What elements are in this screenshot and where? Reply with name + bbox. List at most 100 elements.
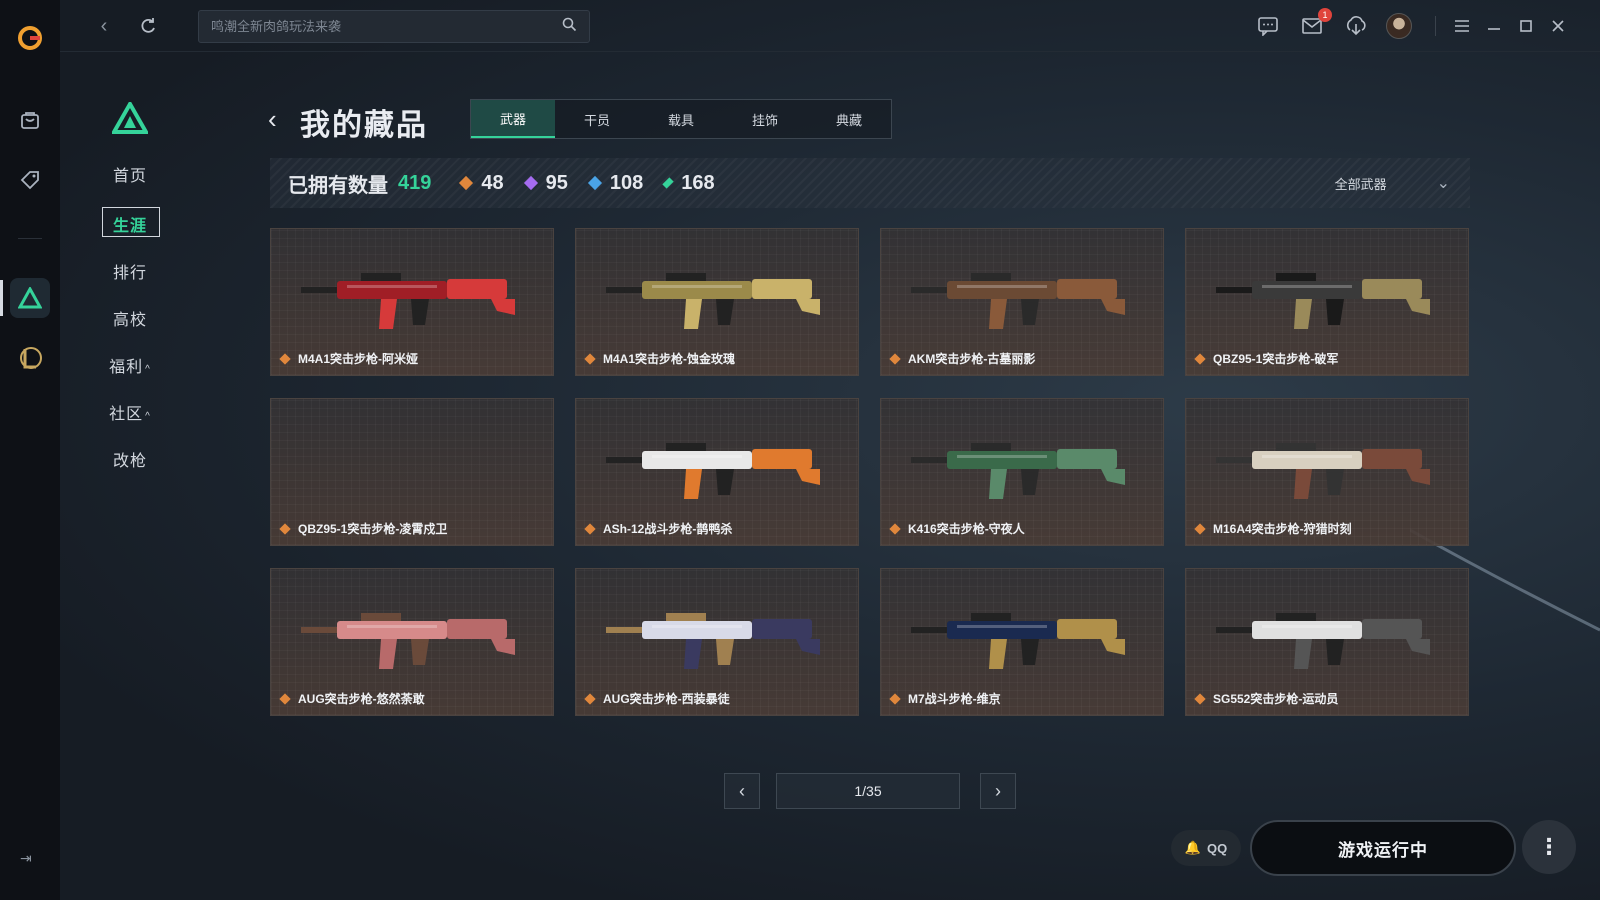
prev-page-button[interactable]: ‹ xyxy=(724,773,760,809)
weapon-card[interactable]: M16A4突击步枪-狩猎时刻 xyxy=(1185,398,1469,546)
more-options-icon[interactable]: ⋮ xyxy=(1522,820,1576,874)
filter-label: 全部武器 xyxy=(1334,176,1387,192)
mail-icon[interactable]: 1 xyxy=(1298,8,1332,40)
weapon-name: QBZ95-1突击步枪-破军 xyxy=(1213,352,1339,366)
download-icon[interactable] xyxy=(1342,12,1370,40)
weapon-name: K416突击步枪-守夜人 xyxy=(908,522,1025,536)
weapon-image xyxy=(1216,273,1430,329)
tier-count: 48 xyxy=(481,171,504,194)
maximize-icon[interactable] xyxy=(1514,12,1538,40)
weapon-card[interactable]: M4A1突击步枪-蚀金玫瑰 xyxy=(575,228,859,376)
weapon-name: M4A1突击步枪-蚀金玫瑰 xyxy=(603,352,736,366)
weapon-name: M16A4突击步枪-狩猎时刻 xyxy=(1213,522,1352,536)
rarity-gem-icon xyxy=(279,692,291,705)
back-icon[interactable]: ‹ xyxy=(90,12,118,40)
nav-item-ranking[interactable]: 排行 xyxy=(100,259,160,283)
nav-item-community-label: 社区 xyxy=(109,406,144,423)
search-bar xyxy=(198,10,590,43)
weapon-image xyxy=(606,613,820,669)
nav-item-community[interactable]: 社区 ^ xyxy=(100,400,160,424)
stats-bar: 已拥有数量 419 48 95 108 168 全部武器 ⌄ xyxy=(270,158,1470,208)
weapon-card-label: M7战斗步枪-维京 xyxy=(889,690,1001,707)
weapon-image xyxy=(911,443,1125,499)
mail-badge: 1 xyxy=(1318,8,1332,22)
tab-collection[interactable]: 典藏 xyxy=(807,100,891,138)
caret-up-icon: ^ xyxy=(145,364,151,375)
weapon-card-label: AUG突击步枪-西装暴徒 xyxy=(584,690,730,707)
tier-stat-purple: 95 xyxy=(523,171,568,195)
close-icon[interactable] xyxy=(1546,12,1570,40)
nav-item-gunsmith[interactable]: 改枪 xyxy=(100,447,160,471)
owned-total: 419 xyxy=(398,171,432,194)
bag-icon[interactable] xyxy=(10,100,50,140)
weapon-card-label: AUG突击步枪-悠然荼敢 xyxy=(279,690,425,707)
search-input[interactable] xyxy=(211,19,562,34)
rail-divider xyxy=(18,238,42,239)
page-title: 我的藏品 xyxy=(300,109,428,142)
weapon-card[interactable]: SG552突击步枪-运动员 xyxy=(1185,568,1469,716)
nav-item-welfare[interactable]: 福利 ^ xyxy=(100,353,160,377)
nav-item-career[interactable]: 生涯 xyxy=(100,212,160,236)
tier-count: 95 xyxy=(545,171,568,194)
tier-stat-green: 168 xyxy=(662,171,715,195)
tab-vehicles[interactable]: 载具 xyxy=(639,100,723,138)
search-icon[interactable] xyxy=(562,17,577,37)
app-logo-icon[interactable] xyxy=(10,18,50,58)
game-status-button[interactable]: 游戏运行中 xyxy=(1250,820,1516,876)
weapon-name: QBZ95-1突击步枪-凌霄戍卫 xyxy=(298,522,448,536)
nav-item-home[interactable]: 首页 xyxy=(100,162,160,186)
topbar-divider xyxy=(1435,16,1436,36)
weapon-card[interactable]: ASh-12战斗步枪-鹊鸭杀 xyxy=(575,398,859,546)
avatar[interactable] xyxy=(1385,12,1413,40)
caret-up-icon: ^ xyxy=(145,411,151,422)
rarity-gem-icon xyxy=(1194,352,1206,365)
weapon-filter-dropdown[interactable]: 全部武器 ⌄ xyxy=(1335,158,1450,208)
weapon-name: ASh-12战斗步枪-鹊鸭杀 xyxy=(603,522,733,536)
qq-button[interactable]: 🔔 QQ xyxy=(1171,830,1241,866)
green-gem-icon xyxy=(662,177,674,189)
refresh-icon[interactable] xyxy=(134,12,162,40)
weapon-card[interactable]: AUG突击步枪-悠然荼敢 xyxy=(270,568,554,716)
weapon-name: SG552突击步枪-运动员 xyxy=(1213,692,1339,706)
weapon-card[interactable]: AUG突击步枪-西装暴徒 xyxy=(575,568,859,716)
weapon-card[interactable]: QBZ95-1突击步枪-破军 xyxy=(1185,228,1469,376)
next-page-button[interactable]: › xyxy=(980,773,1016,809)
tab-operators[interactable]: 干员 xyxy=(555,100,639,138)
tier-count: 168 xyxy=(681,171,715,194)
top-bar: ‹ 1 xyxy=(60,0,1600,52)
tag-icon[interactable] xyxy=(10,160,50,200)
tab-charms[interactable]: 挂饰 xyxy=(723,100,807,138)
weapon-image xyxy=(606,443,820,499)
rarity-gem-icon xyxy=(1194,692,1206,705)
rarity-gem-icon xyxy=(584,352,596,365)
weapon-card[interactable]: AKM突击步枪-古墓丽影 xyxy=(880,228,1164,376)
menu-icon[interactable] xyxy=(1450,12,1474,40)
weapon-card-label: M16A4突击步枪-狩猎时刻 xyxy=(1194,520,1352,537)
weapon-name: AUG突击步枪-西装暴徒 xyxy=(603,692,730,706)
rarity-gem-icon xyxy=(889,352,901,365)
main-area: ‹ 1 xyxy=(60,0,1600,900)
orange-gem-icon xyxy=(459,175,474,191)
weapon-image xyxy=(1216,443,1430,499)
game-lol-icon[interactable] xyxy=(10,338,50,378)
tier-stat-orange: 48 xyxy=(459,171,504,195)
weapon-card[interactable]: QBZ95-1突击步枪-凌霄戍卫 xyxy=(270,398,554,546)
chat-icon[interactable] xyxy=(1254,12,1282,40)
rarity-gem-icon xyxy=(279,522,291,535)
weapon-card-label: QBZ95-1突击步枪-凌霄戍卫 xyxy=(279,520,448,537)
weapon-card[interactable]: M4A1突击步枪-阿米娅 xyxy=(270,228,554,376)
weapon-card[interactable]: M7战斗步枪-维京 xyxy=(880,568,1164,716)
nav-item-college[interactable]: 高校 xyxy=(100,306,160,330)
left-rail: ⇥ xyxy=(0,0,60,900)
minimize-icon[interactable] xyxy=(1482,12,1506,40)
weapon-card-label: QBZ95-1突击步枪-破军 xyxy=(1194,350,1339,367)
page-back-icon[interactable]: ‹ xyxy=(268,104,277,135)
tab-weapons[interactable]: 武器 xyxy=(471,100,555,138)
purple-gem-icon xyxy=(523,175,538,191)
game-delta-icon[interactable] xyxy=(10,278,50,318)
weapon-name: AKM突击步枪-古墓丽影 xyxy=(908,352,1036,366)
weapon-image xyxy=(911,613,1125,669)
weapon-card[interactable]: K416突击步枪-守夜人 xyxy=(880,398,1164,546)
collapse-icon[interactable]: ⇥ xyxy=(20,850,32,867)
rarity-gem-icon xyxy=(584,522,596,535)
